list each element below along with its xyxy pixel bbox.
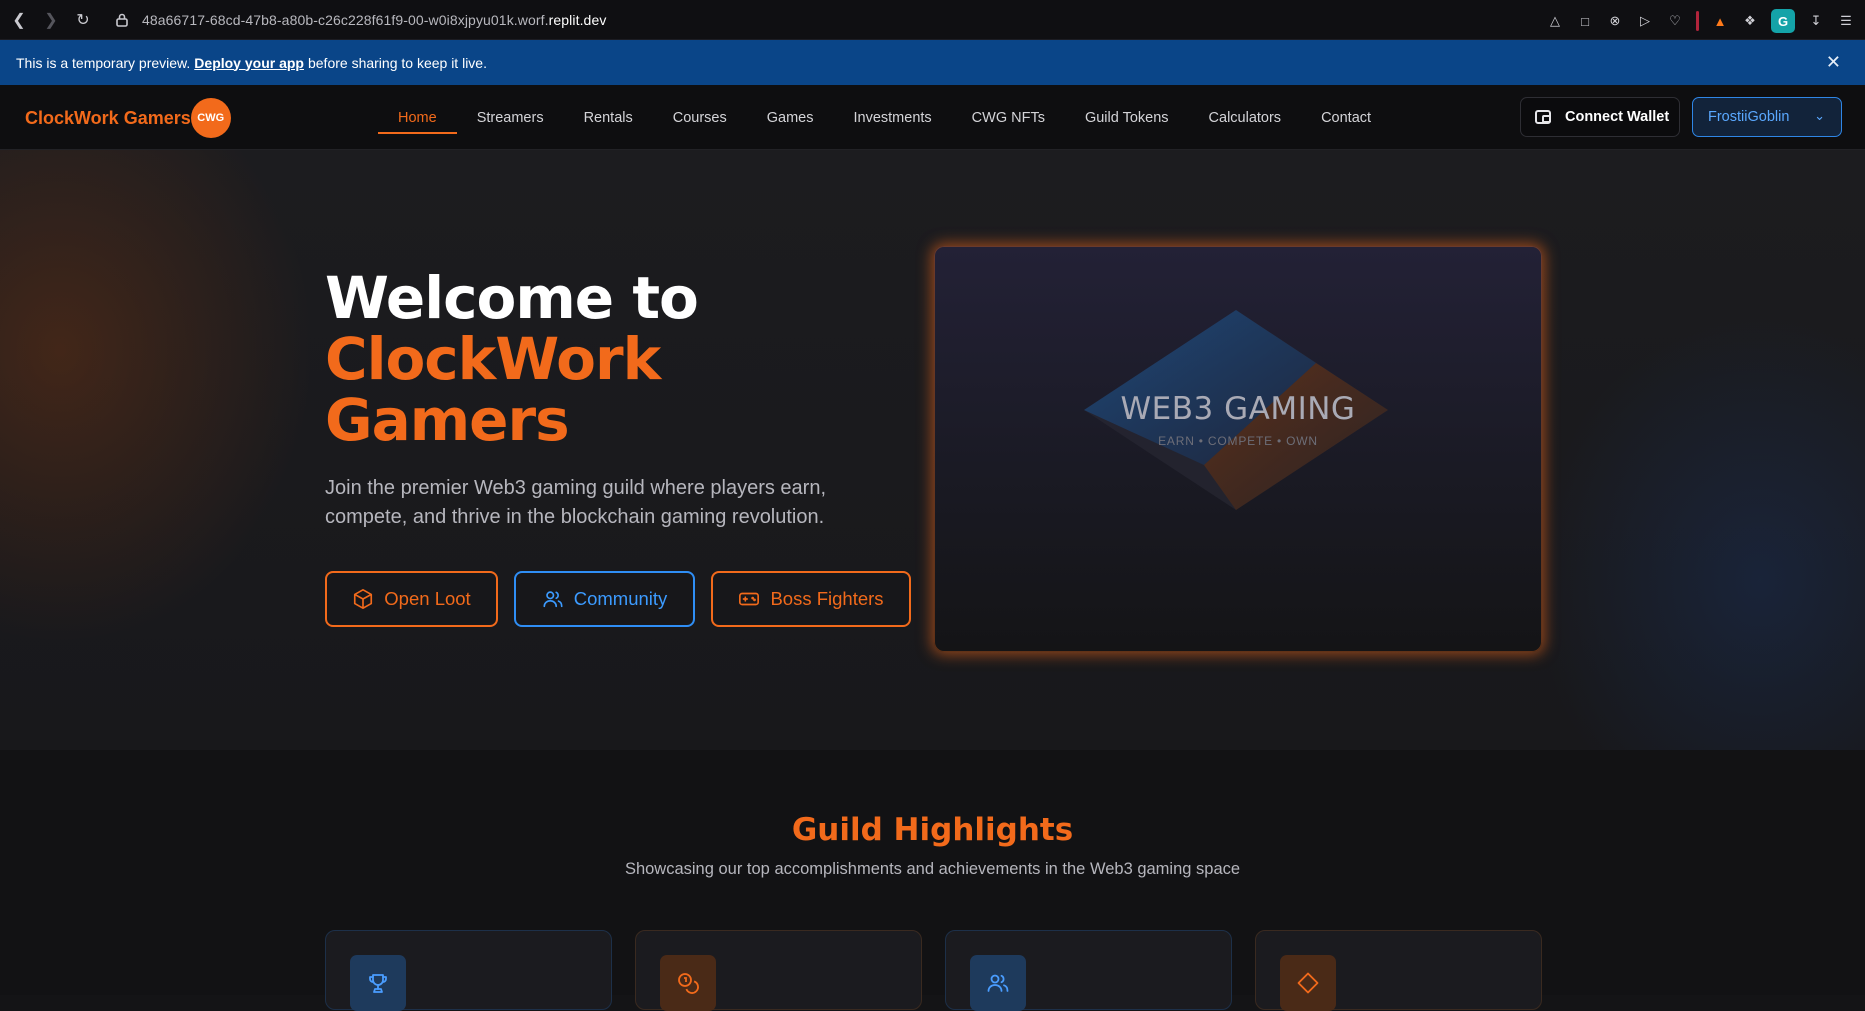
highlight-card <box>325 930 612 1011</box>
nav-cwg-nfts[interactable]: CWG NFTs <box>952 100 1065 136</box>
open-loot-button[interactable]: Open Loot <box>325 571 498 627</box>
menu-icon[interactable]: ☰ <box>1837 12 1855 30</box>
highlight-card <box>945 930 1232 1011</box>
nav-streamers[interactable]: Streamers <box>457 100 564 136</box>
hero-title-line3: Gamers <box>325 386 570 454</box>
card-subtitle: EARN • COMPETE • OWN <box>1158 434 1318 448</box>
address-bar[interactable]: 48a66717-68cd-47b8-a80b-c26c228f61f9-00-… <box>142 12 606 28</box>
nav-rentals[interactable]: Rentals <box>564 100 653 136</box>
url-host: replit.dev <box>548 11 607 28</box>
pin-icon[interactable]: △ <box>1546 12 1564 30</box>
deploy-link[interactable]: Deploy your app <box>194 55 304 71</box>
section-subtitle: Showcasing our top accomplishments and a… <box>624 860 1241 878</box>
highlight-card <box>1255 930 1542 1011</box>
users-icon <box>970 955 1026 1011</box>
nav-calculators[interactable]: Calculators <box>1189 100 1302 136</box>
open-loot-label: Open Loot <box>384 588 471 609</box>
boss-fighters-button[interactable]: Boss Fighters <box>711 571 911 627</box>
wallet-icon <box>1535 110 1551 124</box>
boss-fighters-label: Boss Fighters <box>770 588 884 609</box>
user-dropdown[interactable]: FrostiiGoblin ⌄ <box>1692 97 1842 137</box>
highlight-card <box>635 930 922 1011</box>
hero-title-line2: ClockWork <box>325 325 661 393</box>
metamask-icon[interactable]: ▲ <box>1711 12 1729 30</box>
brand-logo[interactable]: ClockWork Gamers CWG <box>25 98 231 138</box>
banner-text: This is a temporary preview. <box>16 54 191 71</box>
section-title: Guild Highlights <box>791 812 1074 848</box>
users-icon <box>543 591 563 608</box>
connect-wallet-label: Connect Wallet <box>1565 109 1670 125</box>
chevron-down-icon: ⌄ <box>1814 108 1825 123</box>
browser-toolbar: ❮ ❯ ↻ 48a66717-68cd-47b8-a80b-c26c228f61… <box>0 0 1865 40</box>
hero-subtitle: Join the premier Web3 gaming guild where… <box>325 477 827 528</box>
divider <box>1696 11 1699 31</box>
nav-home[interactable]: Home <box>378 100 457 136</box>
card-title: WEB3 GAMING <box>1120 391 1356 427</box>
download-icon[interactable]: ↧ <box>1807 12 1825 30</box>
nav-courses[interactable]: Courses <box>653 100 747 136</box>
url-path: 48a66717-68cd-47b8-a80b-c26c228f61f9-00-… <box>142 11 549 28</box>
coins-icon <box>660 955 716 1011</box>
trophy-icon <box>350 955 406 1011</box>
send-icon[interactable]: ▷ <box>1636 12 1654 30</box>
preview-banner: This is a temporary preview. Deploy your… <box>0 40 1865 85</box>
lock-icon[interactable] <box>114 12 130 28</box>
gamepad-icon <box>739 592 760 606</box>
profile-avatar[interactable]: G <box>1771 9 1795 33</box>
community-button[interactable]: Community <box>514 571 695 627</box>
web3-gaming-card: WEB3 GAMING EARN • COMPETE • OWN <box>934 246 1542 652</box>
block-icon[interactable]: ⊗ <box>1606 12 1624 30</box>
brand-badge: CWG <box>190 98 231 138</box>
hero-section: Welcome to ClockWork Gamers Join the pre… <box>0 150 1865 750</box>
connect-wallet-button[interactable]: Connect Wallet <box>1520 97 1680 137</box>
diamond-icon <box>1280 955 1336 1011</box>
back-icon[interactable]: ❮ <box>6 7 32 33</box>
brand-name: ClockWork Gamers <box>25 107 191 128</box>
community-label: Community <box>573 588 668 609</box>
nav-games[interactable]: Games <box>747 100 834 136</box>
site-header: ClockWork Gamers CWG Home Streamers Rent… <box>0 85 1865 150</box>
username: FrostiiGoblin <box>1708 109 1790 125</box>
box-icon <box>354 589 373 609</box>
guild-highlights-section: Guild Highlights Showcasing our top acco… <box>0 750 1865 1011</box>
nav-contact[interactable]: Contact <box>1301 100 1391 136</box>
main-nav: Home Streamers Rentals Courses Games Inv… <box>378 85 1391 150</box>
heart-icon[interactable]: ♡ <box>1666 12 1684 30</box>
nav-guild-tokens[interactable]: Guild Tokens <box>1065 100 1189 136</box>
nav-investments[interactable]: Investments <box>834 100 952 136</box>
extensions-icon[interactable]: ❖ <box>1741 12 1759 30</box>
forward-icon[interactable]: ❯ <box>38 7 64 33</box>
hero-title-line1: Welcome to <box>325 264 699 332</box>
banner-text-after: before sharing to keep it live. <box>307 54 487 71</box>
close-icon[interactable]: ✕ <box>1826 52 1841 73</box>
screenshot-icon[interactable]: □ <box>1576 12 1594 30</box>
reload-icon[interactable]: ↻ <box>70 7 96 33</box>
hero-title: Welcome to ClockWork Gamers <box>325 264 699 454</box>
